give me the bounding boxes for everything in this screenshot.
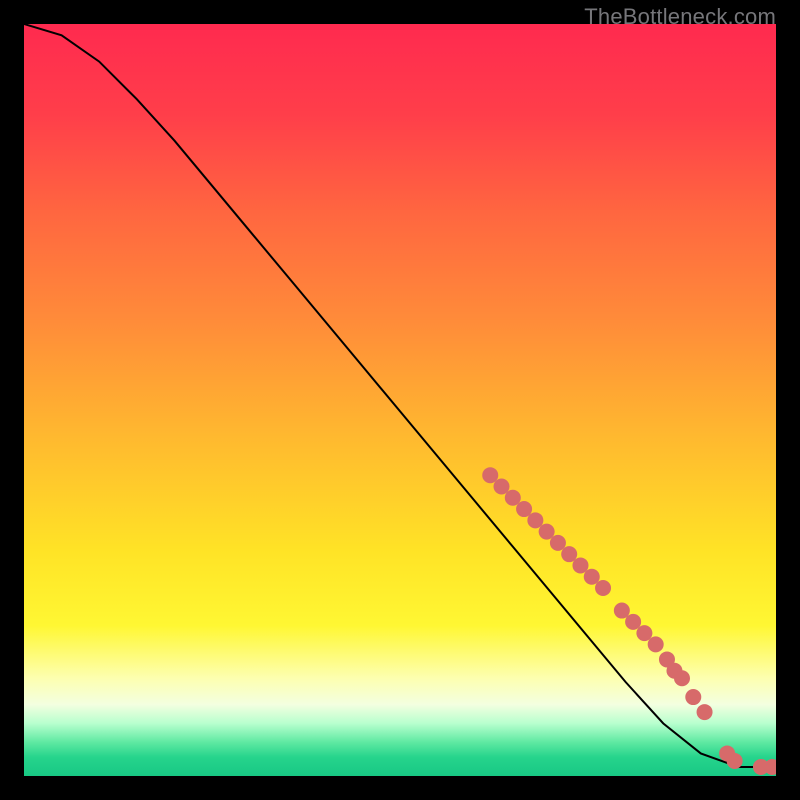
- chart-area: [24, 24, 776, 776]
- highlight-dot: [727, 753, 743, 769]
- watermark-text: TheBottleneck.com: [584, 4, 776, 30]
- highlight-dot: [636, 625, 652, 641]
- highlight-dot: [625, 614, 641, 630]
- highlight-dot: [516, 501, 532, 517]
- chart-plot: [24, 24, 776, 776]
- highlight-dot: [527, 512, 543, 528]
- highlight-dot: [550, 535, 566, 551]
- highlight-dot: [674, 670, 690, 686]
- highlight-dot: [539, 524, 555, 540]
- highlight-dot: [595, 580, 611, 596]
- highlight-dot: [505, 490, 521, 506]
- highlight-dot: [697, 704, 713, 720]
- highlight-dot: [685, 689, 701, 705]
- highlight-dots: [482, 467, 776, 775]
- highlight-dot: [614, 603, 630, 619]
- highlight-dot: [572, 557, 588, 573]
- highlight-dot: [482, 467, 498, 483]
- highlight-dot: [584, 569, 600, 585]
- highlight-dot: [648, 636, 664, 652]
- highlight-dot: [494, 478, 510, 494]
- highlight-dot: [561, 546, 577, 562]
